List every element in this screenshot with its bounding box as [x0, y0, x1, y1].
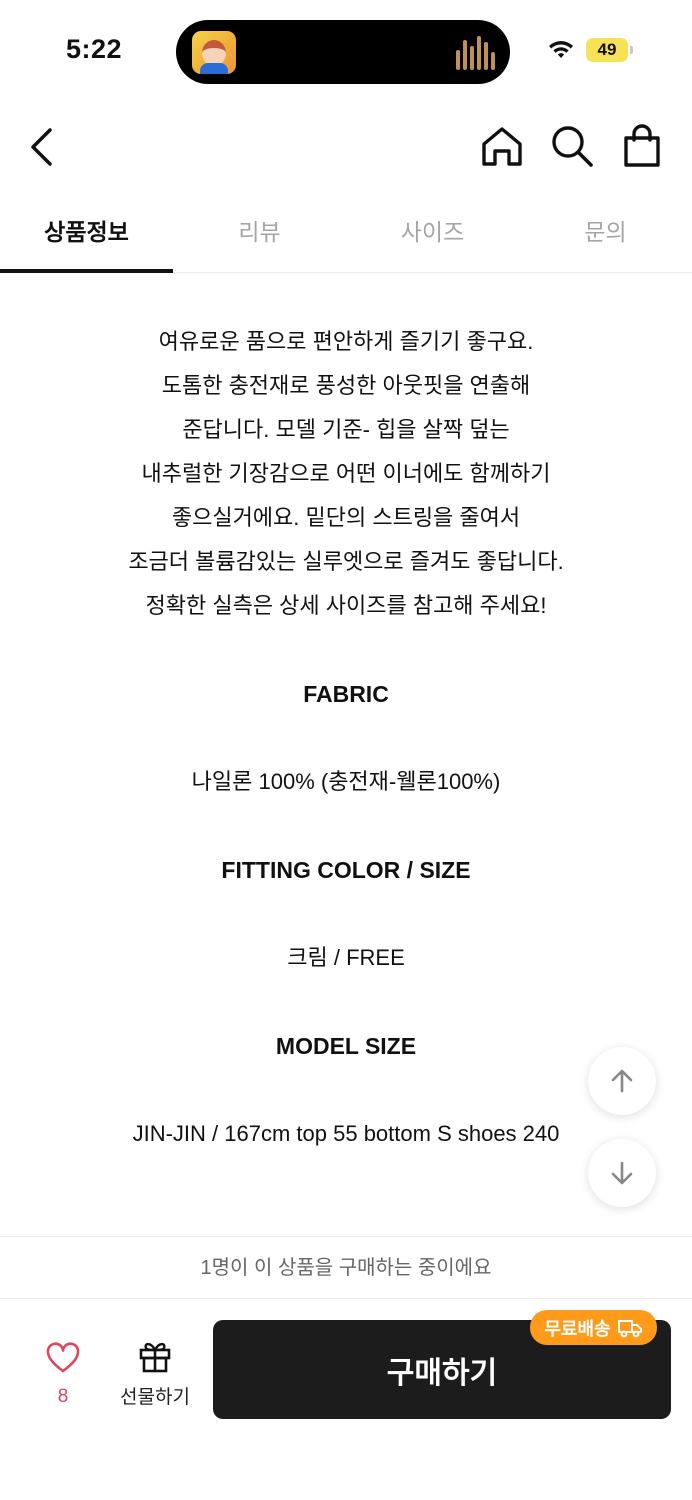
status-indicators: 49 — [548, 38, 633, 62]
search-icon — [552, 126, 593, 167]
fitting-title: FITTING COLOR / SIZE — [221, 857, 471, 883]
fitting-value: 크림 / FREE — [287, 945, 405, 970]
status-bar: 5:22 49 — [0, 0, 692, 100]
purchase-activity-notice: 1명이 이 상품을 구매하는 중이에요 — [0, 1236, 692, 1299]
scroll-top-button[interactable] — [588, 1047, 656, 1115]
truck-icon — [617, 1319, 642, 1337]
header — [0, 100, 692, 200]
scroll-bottom-button[interactable] — [588, 1139, 656, 1207]
model-size-title: MODEL SIZE — [275, 1033, 417, 1059]
shopping-bag-icon — [624, 124, 660, 167]
wifi-icon — [549, 41, 573, 58]
buy-label: 구매하기 — [386, 1356, 498, 1390]
chevron-left-icon — [31, 128, 52, 166]
free-shipping-badge: 무료배송 — [530, 1310, 657, 1345]
product-tabs: 상품정보 리뷰 사이즈 문의 — [0, 200, 692, 273]
tab-inquiry[interactable]: 문의 — [519, 200, 692, 272]
description-line: 도톰한 충전재로 풍성한 아웃핏을 연출해 — [161, 373, 531, 398]
dynamic-island[interactable] — [176, 20, 510, 84]
fabric-value: 나일론 100% (충전재-웰론100%) — [191, 769, 501, 794]
home-icon — [482, 127, 522, 166]
gift-label: 선물하기 — [120, 1387, 190, 1408]
model-size-value: JIN-JIN / 167cm top 55 bottom S shoes 24… — [132, 1121, 560, 1146]
product-details: 여유로운 품으로 편안하게 즐기기 좋구요. 도톰한 충전재로 풍성한 아웃핏을… — [0, 320, 692, 1154]
heart-icon — [46, 1342, 80, 1373]
battery-indicator: 49 — [586, 38, 633, 62]
like-button[interactable]: 8 — [30, 1340, 96, 1410]
audio-waveform-icon — [456, 36, 496, 70]
gift-button[interactable]: 선물하기 — [112, 1338, 198, 1410]
description-line: 좋으실거에요. 밑단의 스트링을 줄여서 — [171, 505, 521, 530]
description-line: 조금더 볼륨감있는 실루엣으로 즐겨도 좋답니다. — [128, 549, 564, 574]
description-line: 여유로운 품으로 편안하게 즐기기 좋구요. — [158, 329, 534, 354]
tab-reviews[interactable]: 리뷰 — [173, 200, 346, 272]
description-line: 정확한 실측은 상세 사이즈를 참고해 주세요! — [145, 593, 547, 618]
arrow-up-icon — [611, 1069, 633, 1093]
like-count: 8 — [57, 1386, 69, 1407]
home-button[interactable] — [478, 122, 526, 170]
search-button[interactable] — [548, 122, 596, 170]
status-time: 5:22 — [66, 34, 123, 64]
tab-size[interactable]: 사이즈 — [346, 200, 519, 272]
gift-icon — [139, 1342, 171, 1373]
bottom-action-bar: 8 선물하기 구매하기 무료배송 — [0, 1300, 692, 1500]
description-line: 준답니다. 모델 기준- 힙을 살짝 덮는 — [182, 417, 510, 442]
fabric-title: FABRIC — [303, 681, 389, 707]
now-playing-thumbnail — [192, 31, 236, 74]
tab-product-info[interactable]: 상품정보 — [0, 200, 173, 273]
back-button[interactable] — [22, 122, 62, 172]
shopping-bag-button[interactable] — [618, 122, 666, 170]
product-description: 여유로운 품으로 편안하게 즐기기 좋구요. 도톰한 충전재로 풍성한 아웃핏을… — [0, 320, 692, 628]
free-shipping-label: 무료배송 — [544, 1318, 611, 1339]
arrow-down-icon — [611, 1161, 633, 1185]
description-line: 내추럴한 기장감으로 어떤 이너에도 함께하기 — [141, 461, 551, 486]
